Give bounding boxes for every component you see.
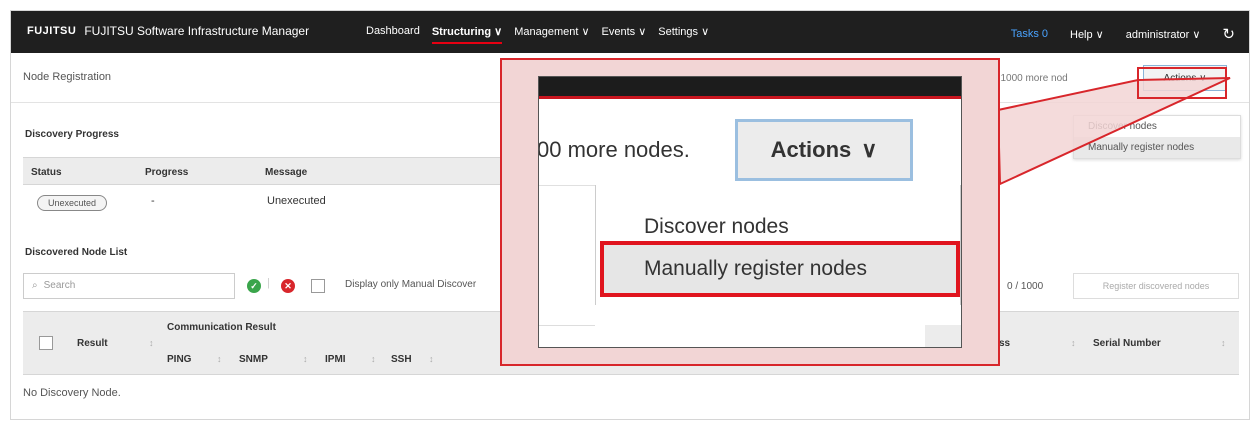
col-ipmi[interactable]: IPMI <box>325 354 346 365</box>
manual-discovery-filter-label: Display only Manual Discover <box>345 279 477 290</box>
sort-icon[interactable]: ↕ <box>429 354 434 364</box>
nav-structuring[interactable]: Structuring ∨ <box>431 25 503 44</box>
progress-value: - <box>151 195 155 207</box>
select-all-checkbox[interactable] <box>39 336 53 350</box>
actions-dropdown: Discover nodes Manually register nodes <box>1073 115 1241 159</box>
zoom-table-left <box>539 325 595 347</box>
zoom-table-right <box>925 325 961 347</box>
refresh-icon[interactable]: ↻ <box>1222 25 1235 43</box>
progress-table-header: Status Progress Message <box>23 157 503 185</box>
top-navigation-bar: FUJITSU FUJITSU Software Infrastructure … <box>11 11 1249 53</box>
chevron-down-icon: ∨ <box>861 137 878 162</box>
discovery-progress-heading: Discovery Progress <box>25 129 119 140</box>
main-nav: Dashboard Structuring ∨ Management ∨ Eve… <box>366 25 709 44</box>
nav-settings[interactable]: Settings ∨ <box>658 25 709 44</box>
topbar-right: Tasks 0 Help ∨ administrator ∨ ↻ <box>1011 25 1235 43</box>
check-icon[interactable]: ✓ <box>247 279 261 293</box>
error-icon[interactable]: ✕ <box>281 279 295 293</box>
col-ping[interactable]: PING <box>167 354 191 365</box>
col-result[interactable]: Result <box>77 338 108 349</box>
toolbar-separator: | <box>267 277 270 289</box>
zoom-detail: 00 more nodes. Actions ∨ Discover nodes … <box>538 76 962 348</box>
col-snmp[interactable]: SNMP <box>239 354 268 365</box>
user-menu[interactable]: administrator ∨ <box>1126 28 1201 41</box>
actions-button[interactable]: Actions ∨ <box>1143 65 1227 91</box>
brand: FUJITSU FUJITSU Software Infrastructure … <box>27 24 309 38</box>
zoom-menu-manually-register-nodes[interactable]: Manually register nodes <box>600 241 960 297</box>
zoom-actions-menu: Discover nodes Manually register nodes <box>595 185 961 305</box>
progress-table-row: Unexecuted - Unexecuted <box>23 185 503 217</box>
status-badge: Unexecuted <box>37 195 108 211</box>
register-limit-note: ster 1000 more nod <box>981 73 1068 84</box>
search-placeholder: Search <box>43 280 76 291</box>
sort-icon[interactable]: ↕ <box>303 354 308 364</box>
menu-item-manually-register-nodes[interactable]: Manually register nodes <box>1074 137 1240 158</box>
page-title: Node Registration <box>23 71 112 83</box>
discovered-node-list-heading: Discovered Node List <box>25 247 128 258</box>
sort-icon[interactable]: ↕ <box>217 354 222 364</box>
menu-item-discover-nodes[interactable]: Discover nodes <box>1074 116 1240 137</box>
col-progress: Progress <box>145 167 189 178</box>
nav-management[interactable]: Management ∨ <box>514 25 589 44</box>
col-status: Status <box>31 167 62 178</box>
zoom-topbar <box>539 77 961 99</box>
search-icon: ⌕ <box>32 280 38 291</box>
zoom-menu-discover-nodes[interactable]: Discover nodes <box>644 215 789 239</box>
tasks-link[interactable]: Tasks 0 <box>1011 28 1048 40</box>
manual-discovery-filter-checkbox[interactable] <box>311 279 325 293</box>
register-discovered-nodes-button[interactable]: Register discovered nodes <box>1073 273 1239 299</box>
zoom-actions-button[interactable]: Actions ∨ <box>735 119 913 181</box>
message-value: Unexecuted <box>267 195 326 207</box>
col-communication-result: Communication Result <box>167 322 276 333</box>
col-message: Message <box>265 167 308 178</box>
col-serial-number[interactable]: Serial Number <box>1093 338 1161 349</box>
sort-icon[interactable]: ↕ <box>149 338 154 348</box>
zoom-register-note: 00 more nodes. <box>538 137 690 162</box>
help-menu[interactable]: Help ∨ <box>1070 28 1104 41</box>
empty-table-message: No Discovery Node. <box>23 387 121 399</box>
sort-icon[interactable]: ↕ <box>371 354 376 364</box>
sort-icon[interactable]: ↕ <box>1071 338 1076 348</box>
app-title: FUJITSU Software Infrastructure Manager <box>84 24 310 38</box>
nav-dashboard[interactable]: Dashboard <box>366 25 420 44</box>
col-ssh[interactable]: SSH <box>391 354 412 365</box>
fujitsu-logo: FUJITSU <box>27 25 77 37</box>
col-address[interactable]: ss <box>999 338 1010 349</box>
search-input[interactable]: ⌕ Search <box>23 273 235 299</box>
sort-icon[interactable]: ↕ <box>1221 338 1226 348</box>
node-count: 0 / 1000 <box>1007 281 1044 292</box>
nav-events[interactable]: Events ∨ <box>602 25 647 44</box>
zoom-actions-label: Actions <box>770 137 852 162</box>
